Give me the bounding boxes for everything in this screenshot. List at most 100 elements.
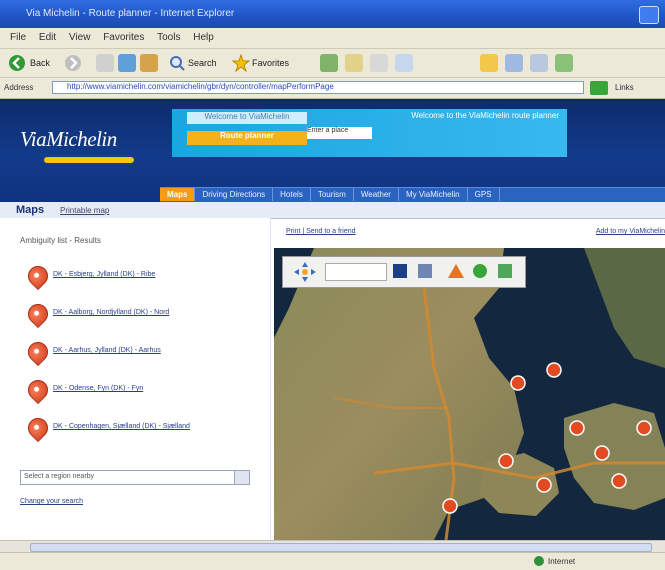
- map-pin-icon: [23, 299, 53, 329]
- result-link[interactable]: DK - Odense, Fyn (DK) - Fyn: [53, 385, 143, 392]
- nav-my-viamichelin[interactable]: My ViaMichelin: [399, 188, 468, 201]
- research-icon[interactable]: [530, 54, 548, 72]
- browser-toolbar: Back Search Favorites: [0, 49, 665, 78]
- satellite-toggle-icon[interactable]: [498, 264, 512, 278]
- search-button[interactable]: Search: [168, 54, 220, 72]
- folder-icon[interactable]: [480, 54, 498, 72]
- mail-icon[interactable]: [345, 54, 363, 72]
- tools-icon[interactable]: [555, 54, 573, 72]
- print-send-link[interactable]: Print | Send to a friend: [286, 228, 356, 235]
- back-label: Back: [30, 58, 51, 68]
- menu-tools[interactable]: Tools: [157, 32, 180, 43]
- result-link[interactable]: DK - Aarhus, Jylland (DK) - Aarhus: [53, 347, 161, 354]
- nav-tourism[interactable]: Tourism: [311, 188, 354, 201]
- map-pin-icon: [23, 413, 53, 443]
- menu-help[interactable]: Help: [193, 32, 214, 43]
- map-pin-icon[interactable]: [569, 420, 585, 436]
- stop-icon[interactable]: [96, 54, 114, 72]
- map-pin-icon[interactable]: [636, 420, 652, 436]
- map-pin-icon: [23, 375, 53, 405]
- pan-control[interactable]: [293, 261, 317, 283]
- favorites-button[interactable]: Favorites: [231, 53, 302, 73]
- map-pin-icon: [23, 261, 53, 291]
- traffic-warning-icon[interactable]: [448, 264, 464, 278]
- messenger-icon[interactable]: [505, 54, 523, 72]
- map-pin-icon[interactable]: [442, 498, 458, 514]
- back-button[interactable]: Back: [8, 54, 58, 72]
- map-pin-icon[interactable]: [510, 375, 526, 391]
- banner-right-text: Welcome to the ViaMichelin route planner: [411, 111, 559, 120]
- map-pin-icon[interactable]: [594, 445, 610, 461]
- history-icon[interactable]: [320, 54, 338, 72]
- banner-button[interactable]: Route planner: [187, 131, 307, 145]
- logo-text: ViaMichelin: [20, 127, 117, 151]
- nav-driving-directions[interactable]: Driving Directions: [195, 188, 274, 201]
- site-header: ViaMichelin Welcome to ViaMichelin Route…: [0, 99, 665, 203]
- map-pin-icon[interactable]: [546, 362, 562, 378]
- window-title-bar: Via Michelin - Route planner - Internet …: [0, 0, 665, 28]
- maps-section-bar: Maps Printable map: [0, 202, 665, 219]
- menu-bar: File Edit View Favorites Tools Help: [0, 28, 665, 49]
- zoom-slider[interactable]: [325, 263, 387, 281]
- go-button[interactable]: [590, 81, 608, 95]
- map-canvas[interactable]: [274, 248, 665, 540]
- add-to-viamichelin-link[interactable]: Add to my ViaMichelin: [596, 228, 665, 235]
- map-pin-icon[interactable]: [498, 453, 514, 469]
- menu-view[interactable]: View: [69, 32, 91, 43]
- result-link[interactable]: DK - Aalborg, Nordjylland (DK) - Nord: [53, 309, 169, 316]
- window-title: Via Michelin - Route planner - Internet …: [26, 8, 235, 19]
- layers-icon[interactable]: [418, 264, 432, 278]
- status-bar: Internet: [0, 552, 665, 570]
- map-pin-icon[interactable]: [611, 473, 627, 489]
- favorites-label: Favorites: [252, 58, 290, 68]
- scrollbar-thumb[interactable]: [30, 543, 652, 552]
- nav-hotels[interactable]: Hotels: [273, 188, 311, 201]
- ad-banner[interactable]: Welcome to ViaMichelin Route planner Ent…: [172, 109, 567, 157]
- menu-file[interactable]: File: [10, 32, 26, 43]
- change-search-link[interactable]: Change your search: [20, 498, 83, 505]
- home-icon[interactable]: [140, 54, 158, 72]
- logo-swoosh: [44, 157, 134, 163]
- site-nav: Maps Driving Directions Hotels Tourism W…: [160, 187, 665, 203]
- map-view-icon[interactable]: [393, 264, 407, 278]
- nav-maps[interactable]: Maps: [160, 188, 196, 201]
- address-input[interactable]: http://www.viamichelin.com/viamichelin/g…: [52, 81, 584, 94]
- search-icon: [170, 56, 185, 71]
- forward-button[interactable]: [64, 54, 84, 72]
- banner-top-text: Welcome to ViaMichelin: [187, 112, 307, 124]
- map-pin-icon[interactable]: [536, 477, 552, 493]
- nav-weather[interactable]: Weather: [354, 188, 399, 201]
- chevron-down-icon[interactable]: [234, 471, 249, 484]
- recycle-icon[interactable]: [473, 264, 487, 278]
- edit-icon[interactable]: [395, 54, 413, 72]
- maps-subtitle-link[interactable]: Printable map: [60, 206, 109, 215]
- internet-zone-icon: [534, 556, 544, 566]
- viamichelin-logo[interactable]: ViaMichelin: [20, 127, 134, 163]
- banner-input[interactable]: Enter a place: [307, 127, 372, 139]
- map-header: Print | Send to a friend Add to my ViaMi…: [280, 224, 665, 242]
- print-icon[interactable]: [370, 54, 388, 72]
- forward-arrow-icon: [65, 55, 81, 71]
- satellite-map[interactable]: [274, 248, 665, 540]
- back-arrow-icon: [9, 55, 25, 71]
- security-zone-label: Internet: [548, 557, 576, 566]
- result-link[interactable]: DK - Copenhagen, Sjælland (DK) - Sjællan…: [53, 423, 190, 430]
- address-bar: Address http://www.viamichelin.com/viami…: [0, 78, 665, 99]
- compass-arrows-icon: [294, 262, 316, 282]
- menu-edit[interactable]: Edit: [39, 32, 56, 43]
- result-link[interactable]: DK - Esbjerg, Jylland (DK) - Ribe: [53, 271, 155, 278]
- map-pin-icon: [23, 337, 53, 367]
- region-select-value: Select a region nearby: [24, 473, 95, 480]
- region-select[interactable]: Select a region nearby: [20, 470, 250, 485]
- nav-gps[interactable]: GPS: [468, 188, 500, 201]
- close-window-button[interactable]: [639, 6, 659, 24]
- refresh-icon[interactable]: [118, 54, 136, 72]
- search-label: Search: [188, 58, 217, 68]
- maps-heading: Maps: [16, 204, 45, 216]
- map-toolbar: [282, 256, 526, 288]
- results-panel: Ambiguity list - Results DK - Esbjerg, J…: [0, 218, 271, 540]
- links-label[interactable]: Links: [615, 83, 634, 92]
- favorites-star-icon: [231, 53, 251, 73]
- menu-favorites[interactable]: Favorites: [103, 32, 144, 43]
- address-label: Address: [4, 83, 34, 92]
